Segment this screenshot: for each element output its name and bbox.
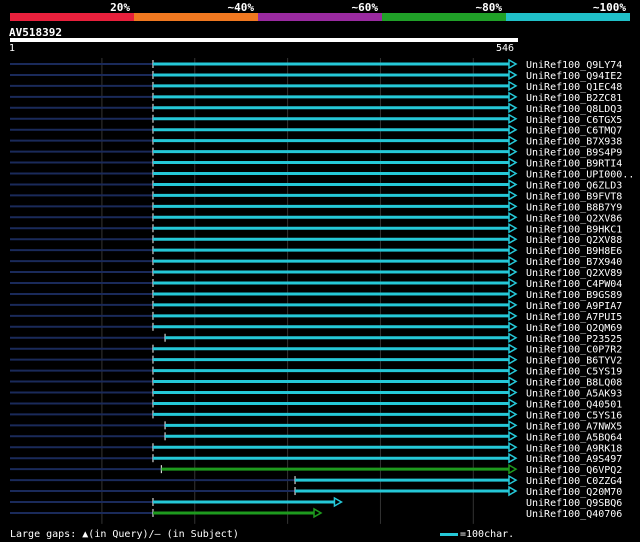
hit-name-link[interactable]: UniRef100_UPI000..	[526, 170, 634, 181]
hit-arrow-icon	[508, 277, 518, 289]
hit-name-link[interactable]: UniRef100_C4PW04	[526, 279, 622, 290]
hit-arrow-icon	[508, 58, 518, 70]
hit-arrow-icon	[508, 420, 518, 431]
hit-name-link[interactable]: UniRef100_Q8LDQ3	[526, 104, 622, 115]
hit-name-link[interactable]: UniRef100_A9RK18	[526, 443, 622, 454]
hit-arrow-icon	[508, 91, 518, 103]
hit-arrow-icon	[508, 343, 518, 354]
hit-arrow-icon	[508, 354, 518, 365]
hit-arrow-icon	[508, 321, 518, 333]
hit-name-link[interactable]: UniRef100_B9FVT8	[526, 191, 622, 202]
hit-arrow-icon	[508, 255, 518, 267]
hit-arrow-icon	[508, 168, 518, 179]
hit-name-link[interactable]: UniRef100_Q20M70	[526, 487, 622, 498]
scale-label: 20%	[110, 1, 130, 14]
hit-name-link[interactable]: UniRef100_C6TMQ7	[526, 126, 622, 137]
hit-name-link[interactable]: UniRef100_Q2XV86	[526, 213, 622, 224]
hit-name-link[interactable]: UniRef100_A7PUI5	[526, 312, 622, 323]
hit-arrow-icon	[508, 233, 518, 245]
hit-name-link[interactable]: UniRef100_Q2XV89	[526, 268, 622, 279]
hit-arrow-icon	[508, 431, 518, 442]
hit-arrow-icon	[508, 288, 518, 300]
hit-arrow-icon	[508, 244, 518, 256]
hit-name-link[interactable]: UniRef100_B9S4P9	[526, 148, 622, 159]
hit-arrow-icon	[508, 266, 518, 278]
scale-label: ~80%	[475, 1, 503, 14]
hit-name-link[interactable]: UniRef100_B8B7Y9	[526, 202, 622, 213]
scale-line-icon	[440, 532, 458, 536]
hit-arrow-icon	[508, 179, 518, 190]
hit-arrow-icon	[508, 146, 518, 157]
hit-arrow-icon	[508, 398, 518, 409]
hit-arrow-icon	[333, 496, 343, 508]
hit-name-link[interactable]: UniRef100_Q40501	[526, 399, 622, 410]
hit-arrow-icon	[508, 102, 518, 114]
hit-name-link[interactable]: UniRef100_B7X938	[526, 137, 622, 148]
hit-name-link[interactable]: UniRef100_B9HKC1	[526, 224, 622, 235]
hit-name-link[interactable]: UniRef100_P23525	[526, 334, 622, 345]
hit-arrow-icon	[508, 485, 518, 497]
hit-name-link[interactable]: UniRef100_A9S497	[526, 454, 622, 465]
hit-arrow-icon	[508, 376, 518, 387]
hit-name-link[interactable]: UniRef100_C5YS19	[526, 367, 622, 378]
length-scale-legend: =100char.	[440, 529, 514, 540]
hit-name-link[interactable]: UniRef100_Q40706	[526, 509, 622, 520]
hit-arrow-icon	[508, 332, 518, 344]
hit-arrow-icon	[508, 387, 518, 398]
hit-arrow-icon	[508, 201, 518, 212]
legend-in-subject-label: (in Subject)	[166, 529, 239, 540]
hit-arrow-icon	[313, 507, 323, 519]
hit-name-link[interactable]: UniRef100_Q6ZLD3	[526, 180, 622, 191]
hit-name-link[interactable]: UniRef100_B8LQ08	[526, 378, 622, 389]
scale-legend-label: =100char.	[460, 529, 515, 540]
hit-name-link[interactable]: UniRef100_A5BQ64	[526, 432, 622, 443]
hit-name-link[interactable]: UniRef100_B9H8E6	[526, 246, 622, 257]
hit-arrow-icon	[508, 310, 518, 322]
hit-name-link[interactable]: UniRef100_Q2QM69	[526, 323, 622, 334]
hit-arrow-icon	[508, 452, 518, 464]
hit-name-link[interactable]: UniRef100_A7NWX5	[526, 421, 622, 432]
hit-arrow-icon	[508, 124, 518, 135]
hit-arrow-icon	[508, 463, 518, 475]
hit-name-link[interactable]: UniRef100_B2ZC81	[526, 93, 622, 104]
hit-arrow-icon	[508, 212, 518, 223]
hit-arrow-icon	[508, 113, 518, 125]
hit-name-link[interactable]: UniRef100_Q6VPQ2	[526, 465, 622, 476]
hit-arrow-icon	[508, 80, 518, 92]
hit-name-link[interactable]: UniRef100_B9GS89	[526, 290, 622, 301]
hit-name-link[interactable]: UniRef100_Q1EC48	[526, 82, 622, 93]
hit-arrow-icon	[508, 157, 518, 168]
subject-gap-icon: —	[154, 529, 161, 540]
hit-name-link[interactable]: UniRef100_B9RTI4	[526, 159, 622, 170]
legend-in-query-label: (in Query)/	[88, 529, 155, 540]
gap-legend: Large gaps: ▲(in Query)/— (in Subject)	[10, 529, 239, 540]
hit-name-link[interactable]: UniRef100_C0P7R2	[526, 345, 622, 356]
blast-overview-panel: AV518392 1 546 UniRef100_Q9LY74 UniRef100…	[0, 0, 640, 542]
hit-name-link[interactable]: UniRef100_B6TYV2	[526, 356, 622, 367]
hit-arrow-icon	[508, 69, 518, 81]
hit-arrow-icon	[508, 441, 518, 453]
hit-name-link[interactable]: UniRef100_A5AK93	[526, 389, 622, 400]
hit-arrow-icon	[508, 135, 518, 146]
hit-arrow-icon	[508, 365, 518, 376]
hit-name-link[interactable]: UniRef100_C5YS16	[526, 410, 622, 421]
scale-label: ~40%	[227, 1, 255, 14]
hit-name-link[interactable]: UniRef100_Q9LY74	[526, 60, 622, 71]
legend-large-gaps-label: Large gaps:	[10, 529, 77, 540]
hit-name-link[interactable]: UniRef100_A9PIA7	[526, 301, 622, 312]
hit-name-link[interactable]: UniRef100_Q2XV88	[526, 235, 622, 246]
hit-name-link[interactable]: UniRef100_Q9SBQ6	[526, 498, 622, 509]
hit-name-link[interactable]: UniRef100_B7X940	[526, 257, 622, 268]
hit-arrow-icon	[508, 474, 518, 486]
hit-name-link[interactable]: UniRef100_C0ZZG4	[526, 476, 622, 487]
scale-label: ~60%	[351, 1, 379, 14]
hit-arrow-icon	[508, 190, 518, 201]
hit-arrow-icon	[508, 299, 518, 311]
hit-arrow-icon	[508, 409, 518, 420]
hit-name-link[interactable]: UniRef100_Q94IE2	[526, 71, 622, 82]
hit-arrow-icon	[508, 222, 518, 234]
alignment-hits-chart: UniRef100_Q9LY74UniRef100_Q94IE2UniRef10…	[10, 58, 634, 524]
hit-name-link[interactable]: UniRef100_C6TGX5	[526, 115, 622, 126]
scale-label: ~100%	[592, 1, 626, 14]
